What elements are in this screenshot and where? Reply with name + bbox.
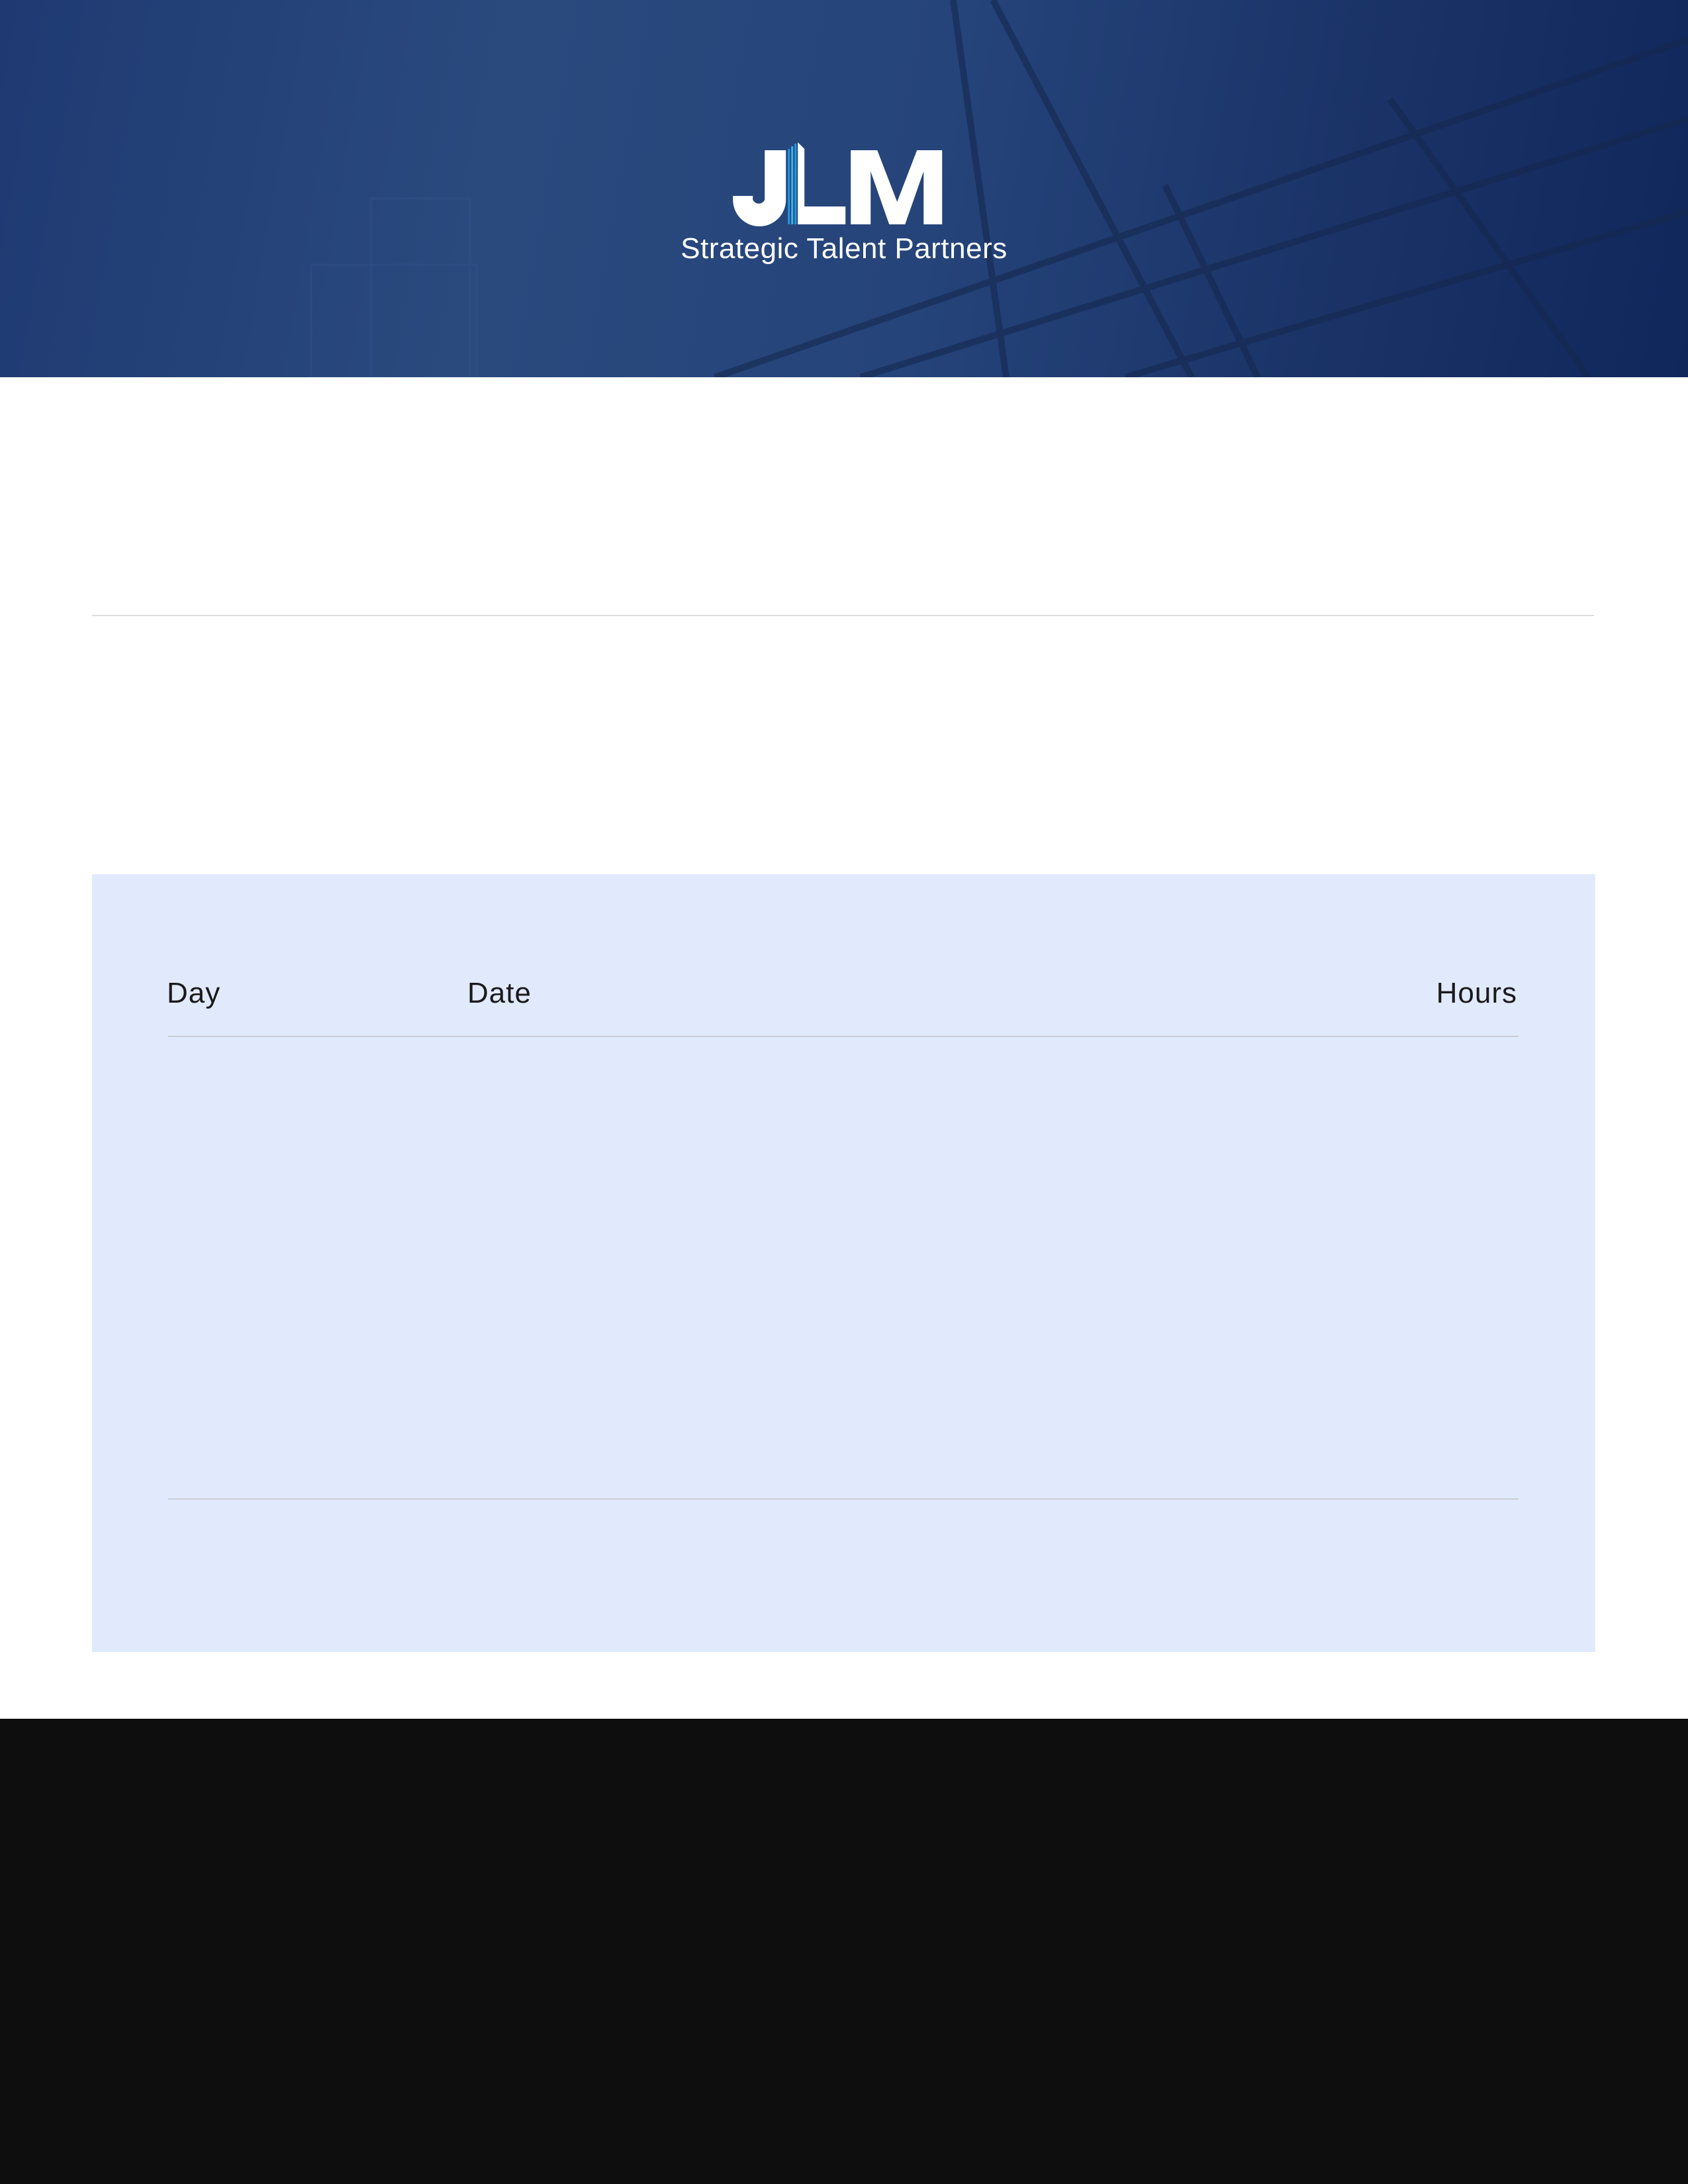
column-header-date: Date (467, 977, 532, 1009)
column-header-hours: Hours (1436, 977, 1517, 1009)
footer-rule (168, 1498, 1519, 1500)
header-rule (168, 1036, 1519, 1037)
page-footer (0, 1719, 1688, 2184)
company-tagline: Strategic Talent Partners (680, 232, 1008, 265)
section-divider (92, 615, 1594, 616)
jlm-logo-mark (733, 142, 942, 226)
timesheet-table: Day Date Hours (92, 874, 1595, 1652)
column-header-day: Day (167, 977, 221, 1009)
company-logo: Strategic Talent Partners (680, 142, 1008, 265)
hero-banner: Strategic Talent Partners (0, 0, 1688, 377)
